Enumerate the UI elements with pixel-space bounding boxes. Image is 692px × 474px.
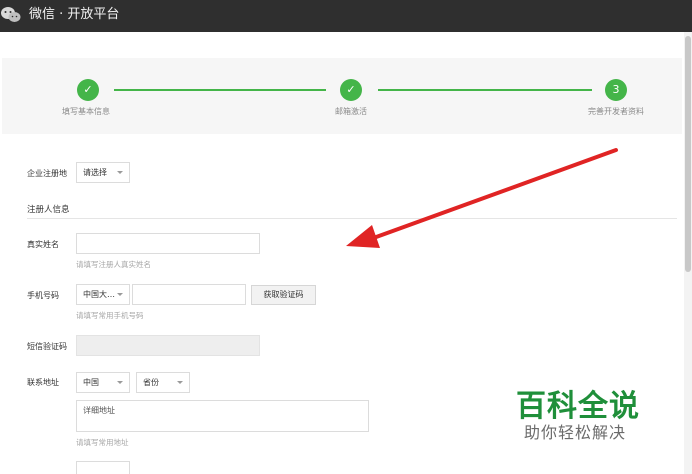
phone-hint: 请填写常用手机号码	[76, 311, 144, 320]
sms-code-input[interactable]	[76, 335, 260, 356]
real-name-hint: 请填写注册人真实姓名	[76, 260, 151, 269]
chevron-down-icon	[117, 171, 123, 174]
get-code-button[interactable]: 获取验证码	[251, 285, 316, 305]
real-name-input[interactable]	[76, 233, 260, 254]
top-bar: 微信 · 开放平台	[0, 0, 692, 32]
chevron-down-icon	[117, 293, 123, 296]
step-connector-2	[378, 89, 592, 91]
address-label: 联系地址	[27, 378, 59, 387]
step-3-label: 完善开发者资料	[588, 107, 644, 116]
chevron-down-icon	[117, 381, 123, 384]
phone-country-select[interactable]: 中国大…	[76, 284, 130, 305]
phone-country-value: 中国大…	[83, 290, 115, 299]
address-detail-textarea[interactable]: 详细地址	[76, 400, 369, 432]
app-title: 微信 · 开放平台	[29, 7, 120, 22]
address-province-value: 省份	[143, 378, 159, 387]
step-2-label: 邮箱激活	[335, 107, 367, 116]
wechat-icon	[1, 7, 21, 22]
section-divider	[27, 218, 677, 219]
address-province-select[interactable]: 省份	[136, 372, 190, 393]
phone-label: 手机号码	[27, 291, 59, 300]
step-progress: ✓ 填写基本信息 ✓ 邮箱激活 3 完善开发者资料	[2, 58, 682, 134]
step-1-label: 填写基本信息	[62, 107, 110, 116]
watermark-subtitle: 助你轻松解决	[524, 423, 627, 442]
step-connector-1	[114, 89, 326, 91]
scrollbar-thumb[interactable]	[685, 36, 691, 272]
sms-code-label: 短信验证码	[27, 342, 67, 351]
region-select-value: 请选择	[83, 168, 107, 177]
region-select[interactable]: 请选择	[76, 162, 130, 183]
address-country-value: 中国	[83, 378, 99, 387]
real-name-label: 真实姓名	[27, 240, 59, 249]
phone-input[interactable]	[132, 284, 246, 305]
step-1-check-icon: ✓	[77, 79, 99, 101]
address-country-select[interactable]: 中国	[76, 372, 130, 393]
next-field-select[interactable]	[76, 461, 130, 474]
chevron-down-icon	[177, 381, 183, 384]
step-3-number: 3	[605, 79, 627, 101]
address-hint: 请填写常用地址	[76, 438, 129, 447]
region-label: 企业注册地	[27, 169, 67, 178]
step-2-check-icon: ✓	[340, 79, 362, 101]
address-detail-placeholder: 详细地址	[83, 406, 115, 415]
registrant-section-title: 注册人信息	[27, 205, 70, 215]
